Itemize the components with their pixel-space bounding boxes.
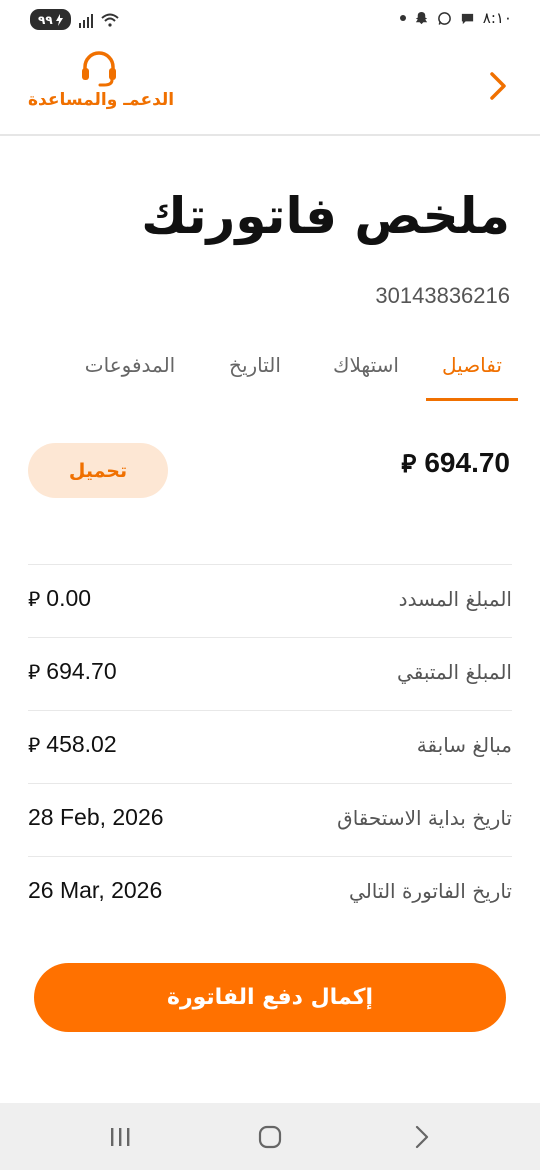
total-amount: ⃁ 694.70	[401, 446, 510, 479]
signal-icon	[78, 12, 93, 28]
detail-label: تاريخ بداية الاستحقاق	[337, 806, 512, 830]
detail-value: ⃁ 694.70	[28, 658, 117, 685]
currency-symbol: ⃁	[401, 449, 417, 478]
recent-apps-icon	[111, 1128, 130, 1146]
detail-label: مبالغ سابقة	[416, 733, 512, 757]
tab-details[interactable]: تفاصيل	[426, 336, 518, 401]
app-header: الدعمـ والمساعدة	[0, 40, 540, 136]
detail-value: ⃁ 0.00	[28, 585, 91, 612]
message-icon	[461, 13, 473, 24]
dot-icon	[399, 15, 406, 21]
download-button[interactable]: تحميل	[28, 443, 168, 498]
clock: ٨:١٠	[482, 9, 512, 27]
nav-back-button[interactable]	[402, 1121, 442, 1153]
detail-label: المبلغ المتبقي	[397, 660, 512, 684]
system-nav-bar	[0, 1103, 540, 1170]
tab-payments[interactable]: المدفوعات	[75, 336, 185, 398]
total-amount-value: 694.70	[424, 446, 510, 478]
battery-level: ٩٩	[38, 12, 53, 27]
home-button[interactable]	[250, 1121, 290, 1153]
detail-date: 28 Feb, 2026	[28, 804, 164, 830]
detail-amount: 458.02	[46, 731, 117, 757]
detail-label: تاريخ الفاتورة التالي	[349, 879, 512, 903]
detail-row-paid: المبلغ المسدد ⃁ 0.00	[28, 564, 512, 637]
headset-icon	[82, 51, 116, 87]
tab-bar: تفاصيل استهلاك التاريخ المدفوعات	[0, 336, 540, 401]
status-left: ٩٩	[30, 9, 119, 30]
detail-row-previous: مبالغ سابقة ⃁ 458.02	[28, 710, 512, 783]
detail-amount: 0.00	[46, 585, 92, 611]
wifi-icon	[100, 13, 119, 27]
complete-payment-button[interactable]: إكمال دفع الفاتورة	[34, 963, 506, 1032]
charging-icon	[55, 13, 63, 26]
support-label: الدعمـ والمساعدة	[28, 90, 175, 110]
detail-row-remaining: المبلغ المتبقي ⃁ 694.70	[28, 637, 512, 710]
chevron-right-icon	[490, 72, 506, 100]
chevron-right-icon	[415, 1125, 429, 1149]
back-button[interactable]	[486, 68, 512, 104]
status-right: ٨:١٠	[399, 9, 512, 27]
home-icon	[258, 1125, 282, 1149]
detail-value: ⃁ 458.02	[28, 731, 117, 758]
account-number: 30143836216	[375, 283, 510, 308]
currency-symbol: ⃁	[28, 587, 41, 611]
currency-symbol: ⃁	[28, 660, 41, 684]
detail-row-due-start: تاريخ بداية الاستحقاق 28 Feb, 2026	[28, 783, 512, 856]
battery-indicator: ٩٩	[30, 9, 71, 30]
detail-row-next-bill: تاريخ الفاتورة التالي 26 Mar, 2026	[28, 856, 512, 929]
support-button[interactable]: الدعمـ والمساعدة	[28, 50, 175, 110]
snapchat-icon	[415, 11, 427, 24]
page-title: ملخص فاتورتك	[141, 187, 510, 245]
detail-amount: 694.70	[46, 658, 117, 684]
whatsapp-icon	[437, 11, 451, 25]
tab-history[interactable]: التاريخ	[220, 336, 290, 398]
bill-details-list: المبلغ المسدد ⃁ 0.00 المبلغ المتبقي ⃁ 69…	[28, 564, 512, 929]
detail-label: المبلغ المسدد	[398, 587, 512, 611]
recent-apps-button[interactable]	[100, 1121, 140, 1153]
tab-consumption[interactable]: استهلاك	[324, 336, 408, 398]
currency-symbol: ⃁	[28, 733, 41, 757]
detail-date: 26 Mar, 2026	[28, 877, 163, 903]
status-bar: ٩٩ ٨:١٠	[0, 0, 540, 40]
